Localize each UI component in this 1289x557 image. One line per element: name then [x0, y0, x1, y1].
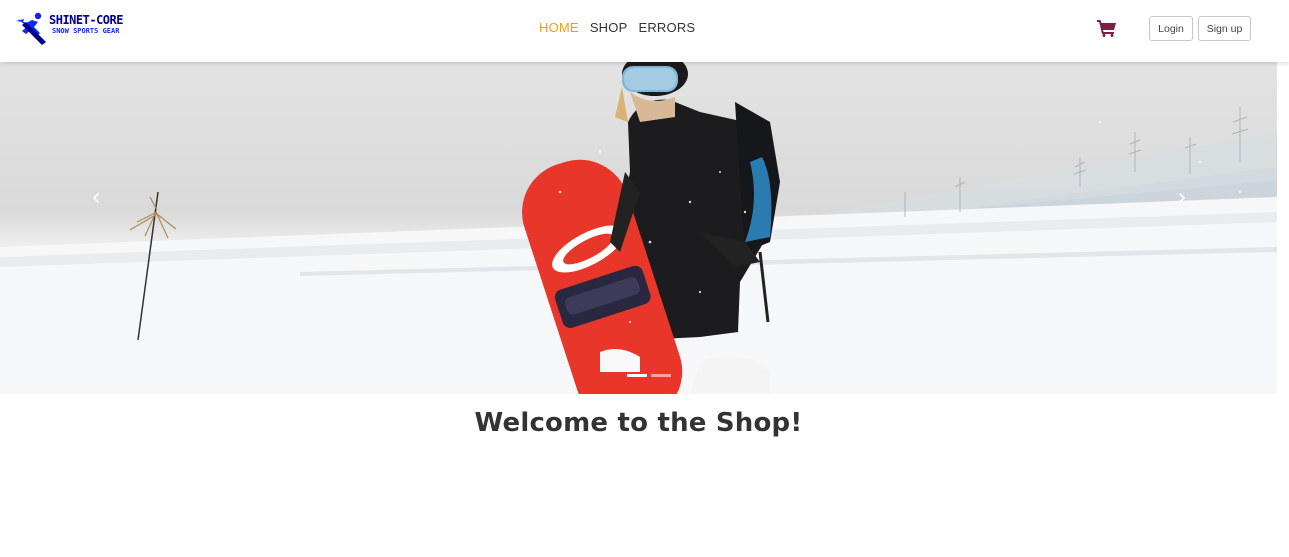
hero-carousel: ‹ ›: [0, 62, 1277, 394]
main-nav: HOME SHOP ERRORS: [539, 20, 695, 35]
carousel-prev-button[interactable]: ‹: [81, 182, 111, 212]
login-button[interactable]: Login: [1149, 16, 1193, 41]
site-logo[interactable]: SHINET-CORE SNOW SPORTS GEAR: [16, 11, 132, 45]
nav-errors[interactable]: ERRORS: [638, 20, 695, 35]
nav-home[interactable]: HOME: [539, 20, 579, 35]
welcome-heading: Welcome to the Shop!: [474, 408, 803, 438]
snowboarder-logo-icon: [16, 12, 46, 45]
brand-tagline: SNOW SPORTS GEAR: [52, 27, 120, 35]
nav-shop[interactable]: SHOP: [590, 20, 628, 35]
carousel-indicators: [627, 374, 671, 377]
carousel-next-button[interactable]: ›: [1167, 182, 1197, 212]
site-header: SHINET-CORE SNOW SPORTS GEAR HOME SHOP E…: [0, 0, 1289, 62]
snowboarder-hero-image: [0, 62, 1277, 394]
brand-name: SHINET-CORE: [49, 13, 123, 27]
shopping-cart-icon[interactable]: [1097, 19, 1117, 37]
carousel-indicator-2[interactable]: [651, 374, 671, 377]
signup-button[interactable]: Sign up: [1198, 16, 1251, 41]
carousel-indicator-1[interactable]: [627, 374, 647, 377]
